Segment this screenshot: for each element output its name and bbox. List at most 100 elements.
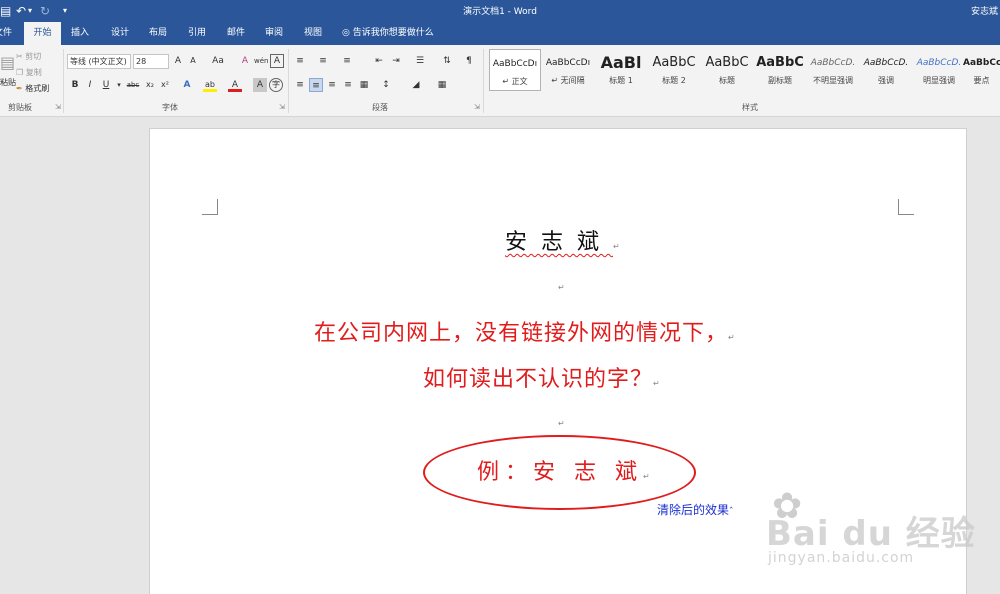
lightbulb-icon: ◎ bbox=[342, 28, 350, 38]
style-subtitle[interactable]: AaBbC 副标题 bbox=[754, 49, 806, 91]
name-text: 安志斌 bbox=[505, 230, 614, 255]
caption-text[interactable]: 清除后的效果ˆ bbox=[657, 501, 734, 518]
question-text-2: 如何读出不认识的字？ bbox=[423, 367, 654, 392]
shading-icon[interactable]: ◢ bbox=[409, 78, 423, 92]
font-name-select[interactable]: 等线 (中文正文) bbox=[67, 54, 131, 69]
phonetic-guide-icon[interactable]: wén bbox=[254, 54, 268, 68]
tab-home[interactable]: 开始 bbox=[24, 22, 61, 45]
styles-group-label: 样式 bbox=[742, 103, 758, 112]
tab-file[interactable]: 文件 bbox=[0, 22, 14, 45]
tab-references[interactable]: 引用 bbox=[180, 22, 214, 45]
shrink-font-icon[interactable]: A bbox=[186, 54, 200, 68]
sort-icon[interactable]: ⇅ bbox=[440, 54, 454, 68]
text-effects-icon[interactable]: A bbox=[180, 78, 194, 92]
show-marks-icon[interactable]: ¶ bbox=[462, 54, 476, 68]
example-line[interactable]: 例：安 志 斌↵ bbox=[477, 454, 650, 486]
align-left-icon[interactable]: ≡ bbox=[293, 78, 307, 92]
paragraph-mark: ↵ bbox=[728, 333, 736, 342]
paragraph-mark: ↵ bbox=[558, 419, 565, 428]
align-right-icon[interactable]: ≡ bbox=[325, 78, 339, 92]
font-group-label: 字体 bbox=[162, 103, 178, 112]
align-center-icon[interactable]: ≡ bbox=[309, 78, 323, 92]
paragraph-group-label: 段落 bbox=[372, 103, 388, 112]
style-sample: AaBbCcD. bbox=[863, 58, 909, 68]
group-divider bbox=[288, 49, 289, 113]
distributed-icon[interactable]: ▦ bbox=[357, 78, 371, 92]
user-name[interactable]: 安志斌 bbox=[971, 4, 998, 17]
paste-icon[interactable]: ▤ bbox=[0, 53, 15, 72]
margin-corner-mark bbox=[898, 199, 914, 215]
style-intense-emphasis[interactable]: AaBbCcD. 明显强调 bbox=[913, 49, 965, 91]
grow-font-icon[interactable]: A bbox=[171, 54, 185, 68]
paste-button[interactable]: 粘贴 bbox=[0, 77, 16, 88]
tab-insert[interactable]: 插入 bbox=[63, 22, 97, 45]
style-name: 标题 2 bbox=[662, 76, 686, 85]
style-sample: AaBbC bbox=[652, 55, 696, 70]
justify-icon[interactable]: ≡ bbox=[341, 78, 355, 92]
numbering-icon[interactable]: ≡ bbox=[316, 54, 330, 68]
change-case-icon[interactable]: Aa bbox=[207, 54, 229, 68]
style-subtle-emphasis[interactable]: AaBbCcD. 不明显强调 bbox=[807, 49, 859, 91]
subscript-icon[interactable]: x₂ bbox=[143, 78, 157, 92]
font-launcher-icon[interactable]: ⇲ bbox=[279, 103, 285, 111]
scissors-icon: ✂ bbox=[16, 52, 23, 61]
tab-mailings[interactable]: 邮件 bbox=[219, 22, 253, 45]
tab-review[interactable]: 审阅 bbox=[257, 22, 291, 45]
name-heading[interactable]: 安志斌↵ bbox=[505, 224, 620, 256]
style-no-spacing[interactable]: AaBbCcDı ↵ 无间隔 bbox=[542, 49, 594, 91]
style-name: 明显强调 bbox=[923, 76, 955, 85]
multilevel-list-icon[interactable]: ≡ bbox=[340, 54, 354, 68]
borders-icon[interactable]: ▦ bbox=[435, 78, 449, 92]
font-size-select[interactable]: 28 bbox=[133, 54, 169, 69]
style-heading-1[interactable]: AaBl 标题 1 bbox=[595, 49, 647, 91]
question-line-2[interactable]: 如何读出不认识的字？↵ bbox=[423, 361, 661, 393]
enclose-characters-icon[interactable]: 字 bbox=[269, 78, 283, 92]
paragraph-mark: ↵ bbox=[643, 472, 650, 481]
copy-button[interactable]: ❐ 复制 bbox=[16, 67, 42, 78]
tell-me-text: 告诉我你想要做什么 bbox=[352, 28, 434, 38]
style-strong[interactable]: AaBbCcI 要点 bbox=[963, 49, 1000, 91]
ribbon-tabs: 文件 开始 插入 设计 布局 引用 邮件 审阅 视图 ◎ 告诉我你想要做什么 bbox=[0, 22, 1000, 45]
cut-button[interactable]: ✂ 剪切 bbox=[16, 51, 41, 62]
paragraph-launcher-icon[interactable]: ⇲ bbox=[474, 103, 480, 111]
style-name: ↵ 无间隔 bbox=[551, 76, 585, 85]
tell-me-search[interactable]: ◎ 告诉我你想要做什么 bbox=[342, 22, 434, 45]
highlight-icon[interactable]: ab bbox=[203, 78, 217, 92]
bold-icon[interactable]: B bbox=[68, 78, 82, 92]
example-text: 例：安 志 斌 bbox=[477, 460, 643, 485]
superscript-icon[interactable]: x² bbox=[158, 78, 172, 92]
format-painter-button[interactable]: ✒ 格式刷 bbox=[16, 83, 49, 94]
style-title[interactable]: AaBbC 标题 bbox=[701, 49, 753, 91]
tab-layout[interactable]: 布局 bbox=[141, 22, 175, 45]
style-name: 不明显强调 bbox=[813, 76, 853, 85]
font-color-icon[interactable]: A bbox=[228, 78, 242, 92]
tab-view[interactable]: 视图 bbox=[296, 22, 330, 45]
style-emphasis[interactable]: AaBbCcD. 强调 bbox=[860, 49, 912, 91]
chinese-layout-icon[interactable]: ☰ bbox=[413, 54, 427, 68]
strikethrough-icon[interactable]: abc bbox=[124, 78, 142, 92]
style-name: 标题 1 bbox=[609, 76, 633, 85]
underline-icon[interactable]: U bbox=[99, 78, 113, 92]
brush-icon: ✒ bbox=[16, 84, 23, 93]
ribbon-home: ▤ 粘贴 ✂ 剪切 ❐ 复制 ✒ 格式刷 剪贴板 ⇲ 等线 (中文正文) 28 … bbox=[0, 45, 1000, 117]
clear-formatting-icon[interactable]: A bbox=[238, 54, 252, 68]
copy-icon: ❐ bbox=[16, 68, 24, 77]
decrease-indent-icon[interactable]: ⇤ bbox=[372, 54, 386, 68]
tab-design[interactable]: 设计 bbox=[103, 22, 137, 45]
group-divider bbox=[483, 49, 484, 113]
style-heading-2[interactable]: AaBbC 标题 2 bbox=[648, 49, 700, 91]
watermark-brand: Bai du 经验 bbox=[766, 514, 976, 554]
word-window: ▤ ↶ ▾ ↻ ▾ 演示文档1 - Word 安志斌 文件 开始 插入 设计 布… bbox=[0, 0, 1000, 594]
style-sample: AaBbCcDı bbox=[545, 58, 591, 68]
italic-icon[interactable]: I bbox=[83, 78, 97, 92]
question-line-1[interactable]: 在公司内网上，没有链接外网的情况下，↵ bbox=[314, 315, 736, 347]
increase-indent-icon[interactable]: ⇥ bbox=[389, 54, 403, 68]
clipboard-launcher-icon[interactable]: ⇲ bbox=[55, 103, 61, 111]
character-shading-icon[interactable]: A bbox=[253, 78, 267, 92]
line-spacing-icon[interactable]: ↕ bbox=[379, 78, 393, 92]
style-normal[interactable]: AaBbCcDı ↵ 正文 bbox=[489, 49, 541, 91]
style-name: 标题 bbox=[719, 76, 735, 85]
document-title: 演示文档1 - Word bbox=[463, 7, 537, 17]
character-border-icon[interactable]: A bbox=[270, 54, 284, 68]
bullets-icon[interactable]: ≡ bbox=[293, 54, 307, 68]
